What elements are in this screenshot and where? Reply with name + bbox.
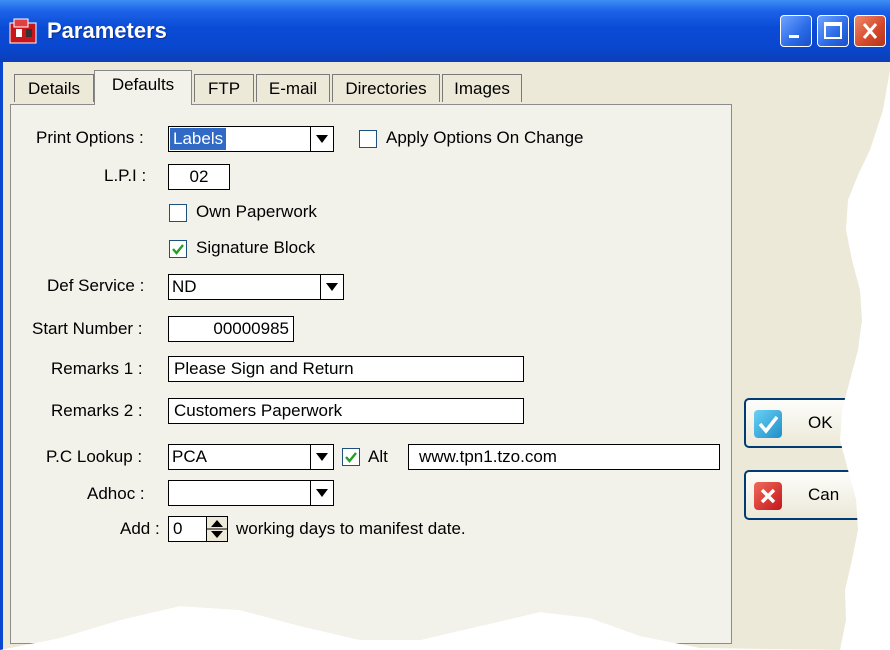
add-days-value: 0 [173,519,183,538]
def-service-label: Def Service : [47,276,145,295]
window-title: Parameters [47,18,167,43]
spin-buttons[interactable] [206,517,227,541]
tab-directories-label: Directories [345,79,427,98]
tab-images[interactable]: Images [442,74,522,102]
add-days-suffix: working days to manifest date. [236,519,466,538]
remarks1-field[interactable]: Please Sign and Return [168,356,524,382]
chevron-down-icon[interactable] [320,275,343,299]
alt-url-field[interactable]: www.tpn1.tzo.com [408,444,720,470]
signature-block-checkbox[interactable] [169,240,187,258]
start-number-label: Start Number : [32,319,143,338]
def-service-value: ND [172,277,197,296]
tab-defaults-label: Defaults [111,75,175,94]
close-icon [754,482,782,510]
remarks1-label: Remarks 1 : [51,359,143,378]
tab-email[interactable]: E-mail [256,74,330,102]
cancel-label: Can [808,485,840,504]
tab-images-label: Images [454,79,510,98]
checkmark-icon [172,244,184,255]
app-icon [9,18,37,44]
tab-directories[interactable]: Directories [332,74,440,102]
pc-lookup-value: PCA [172,447,207,466]
maximize-button[interactable] [817,15,849,47]
remarks2-field[interactable]: Customers Paperwork [168,398,524,424]
lpi-field[interactable]: 02 [168,164,230,190]
add-days-stepper[interactable]: 0 [168,516,228,542]
tab-details-label: Details [28,79,80,98]
start-number-field[interactable]: 00000985 [168,316,294,342]
print-options-select[interactable]: Labels [168,126,334,152]
pc-lookup-label: P.C Lookup : [46,447,143,466]
ok-button[interactable]: OK [744,398,890,448]
signature-block-label: Signature Block [196,238,316,257]
tab-ftp[interactable]: FTP [194,74,254,102]
add-label: Add : [120,519,160,538]
alt-label: Alt [368,447,388,466]
cancel-button[interactable]: Can [744,470,890,520]
apply-options-label: Apply Options On Change [386,128,584,147]
chevron-down-icon[interactable] [310,445,333,469]
minimize-button[interactable] [780,15,812,47]
tab-email-label: E-mail [268,79,318,98]
chevron-down-icon[interactable] [310,127,333,151]
remarks2-label: Remarks 2 : [51,401,143,420]
adhoc-select[interactable] [168,480,334,506]
lpi-label: L.P.I : [104,166,147,185]
title-bar[interactable]: Parameters [0,0,890,62]
pc-lookup-select[interactable]: PCA [168,444,334,470]
checkmark-icon [345,452,357,463]
checkmark-icon [754,410,782,438]
print-options-value: Labels [170,128,227,150]
parameters-window: Parameters Details Defaults FTP E-mail D… [0,0,890,650]
alt-checkbox[interactable] [342,448,360,466]
own-paperwork-label: Own Paperwork [196,202,317,221]
tab-ftp-label: FTP [207,79,241,98]
tab-details[interactable]: Details [14,74,94,102]
tab-defaults[interactable]: Defaults [94,70,192,105]
ok-label: OK [808,413,833,432]
apply-options-checkbox[interactable] [359,130,377,148]
adhoc-label: Adhoc : [87,484,145,503]
def-service-select[interactable]: ND [168,274,344,300]
chevron-down-icon[interactable] [310,481,333,505]
spin-arrows-icon[interactable] [207,517,227,541]
print-options-label: Print Options : [36,128,144,147]
own-paperwork-checkbox[interactable] [169,204,187,222]
close-button[interactable] [854,15,886,47]
